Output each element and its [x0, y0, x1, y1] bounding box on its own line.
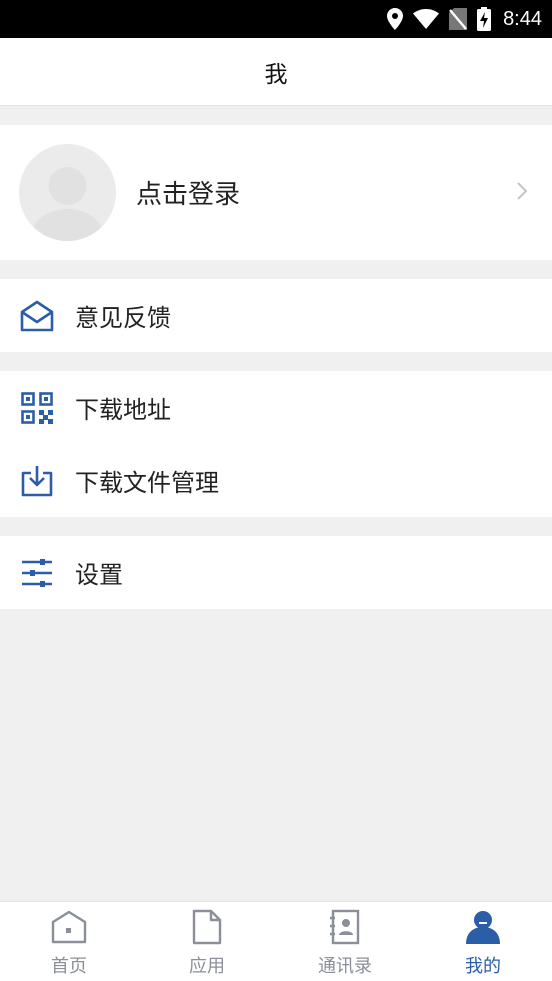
tab-contacts[interactable]: 通讯录 [276, 902, 414, 981]
location-icon [387, 8, 404, 30]
tab-label: 应用 [189, 956, 225, 977]
login-label: 点击登录 [136, 180, 241, 210]
page-header: 我 [0, 38, 552, 106]
tab-label: 我的 [465, 956, 501, 977]
status-icons: 8:44 [387, 0, 542, 38]
tab-label: 通讯录 [318, 956, 372, 977]
tab-home[interactable]: 首页 [0, 902, 138, 981]
sliders-icon [20, 556, 54, 590]
menu-group-downloads: 下载地址 下载文件管理 [0, 371, 552, 517]
user-icon [464, 908, 502, 946]
menu-group-feedback: 意见反馈 [0, 279, 552, 352]
tab-me[interactable]: 我的 [414, 902, 552, 981]
battery-charging-icon [477, 7, 492, 31]
qr-code-icon [20, 391, 54, 425]
tab-apps[interactable]: 应用 [138, 902, 276, 981]
avatar-placeholder-icon [31, 167, 104, 241]
chevron-right-icon [516, 181, 528, 205]
menu-item-label: 下载文件管理 [75, 469, 219, 497]
menu-item-settings[interactable]: 设置 [0, 536, 552, 609]
page-title: 我 [264, 61, 288, 88]
no-sim-icon [449, 8, 468, 30]
avatar [19, 144, 116, 241]
download-icon [20, 464, 54, 498]
clock: 8:44 [503, 7, 542, 30]
home-icon [50, 908, 88, 946]
contacts-icon [326, 908, 364, 946]
bottom-tab-bar: 首页 应用 通讯录 我的 [0, 901, 552, 981]
menu-item-feedback[interactable]: 意见反馈 [0, 279, 552, 352]
status-bar: 8:44 [0, 0, 552, 38]
menu-item-label: 设置 [75, 561, 123, 589]
menu-item-download-file-manager[interactable]: 下载文件管理 [0, 444, 552, 517]
menu-item-download-address[interactable]: 下载地址 [0, 371, 552, 444]
login-card[interactable]: 点击登录 [0, 125, 552, 260]
menu-group-settings: 设置 [0, 536, 552, 609]
wifi-icon [413, 9, 440, 29]
mail-icon [20, 299, 54, 333]
menu-item-label: 下载地址 [75, 396, 171, 424]
document-icon [188, 908, 226, 946]
tab-label: 首页 [51, 956, 87, 977]
menu-item-label: 意见反馈 [75, 304, 171, 332]
